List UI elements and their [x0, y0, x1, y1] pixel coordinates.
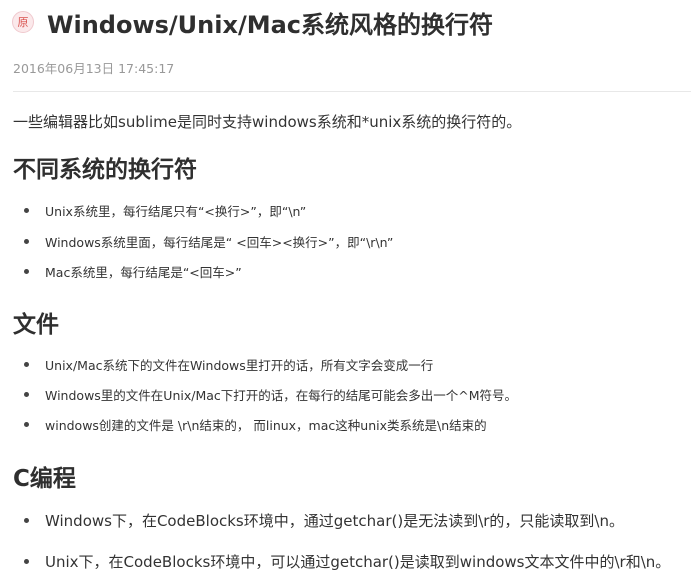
section-heading-files: 文件: [13, 312, 59, 338]
list-item-text: windows创建的文件是 \r\n结束的， 而linux，mac这种unix类…: [45, 418, 487, 433]
bullet-icon: [24, 392, 29, 397]
list-item-text: Windows里的文件在Unix/Mac下打开的话，在每行的结尾可能会多出一个^…: [45, 388, 518, 403]
header-divider: [13, 91, 691, 92]
bullet-icon: [24, 422, 29, 427]
section-heading-c-programming: C编程: [13, 466, 76, 492]
list-item-text: Unix系统里，每行结尾只有“<换行>”，即“\n”: [45, 204, 307, 219]
original-badge: 原: [12, 11, 34, 33]
article-title: Windows/Unix/Mac系统风格的换行符: [47, 10, 494, 39]
bullet-icon: [24, 559, 29, 564]
list-item-text: Unix下，在CodeBlocks环境中，可以通过getchar()是读取到wi…: [45, 553, 671, 571]
list-item-text: Mac系统里，每行结尾是“<回车>”: [45, 265, 242, 280]
bullet-icon: [24, 362, 29, 367]
section-heading-line-endings: 不同系统的换行符: [13, 157, 197, 183]
publish-date: 2016年06月13日 17:45:17: [13, 61, 175, 76]
bullet-icon: [24, 239, 29, 244]
bullet-icon: [24, 518, 29, 523]
article-header: 原 Windows/Unix/Mac系统风格的换行符: [12, 6, 494, 39]
bullet-icon: [24, 208, 29, 213]
bullet-icon: [24, 269, 29, 274]
list-item-text: Windows系统里面，每行结尾是“ <回车><换行>”，即“\r\n”: [45, 235, 394, 250]
list-item-text: Windows下，在CodeBlocks环境中，通过getchar()是无法读到…: [45, 512, 624, 530]
intro-paragraph: 一些编辑器比如sublime是同时支持windows系统和*unix系统的换行符…: [13, 113, 522, 131]
list-item-text: Unix/Mac系统下的文件在Windows里打开的话，所有文字会变成一行: [45, 358, 434, 373]
